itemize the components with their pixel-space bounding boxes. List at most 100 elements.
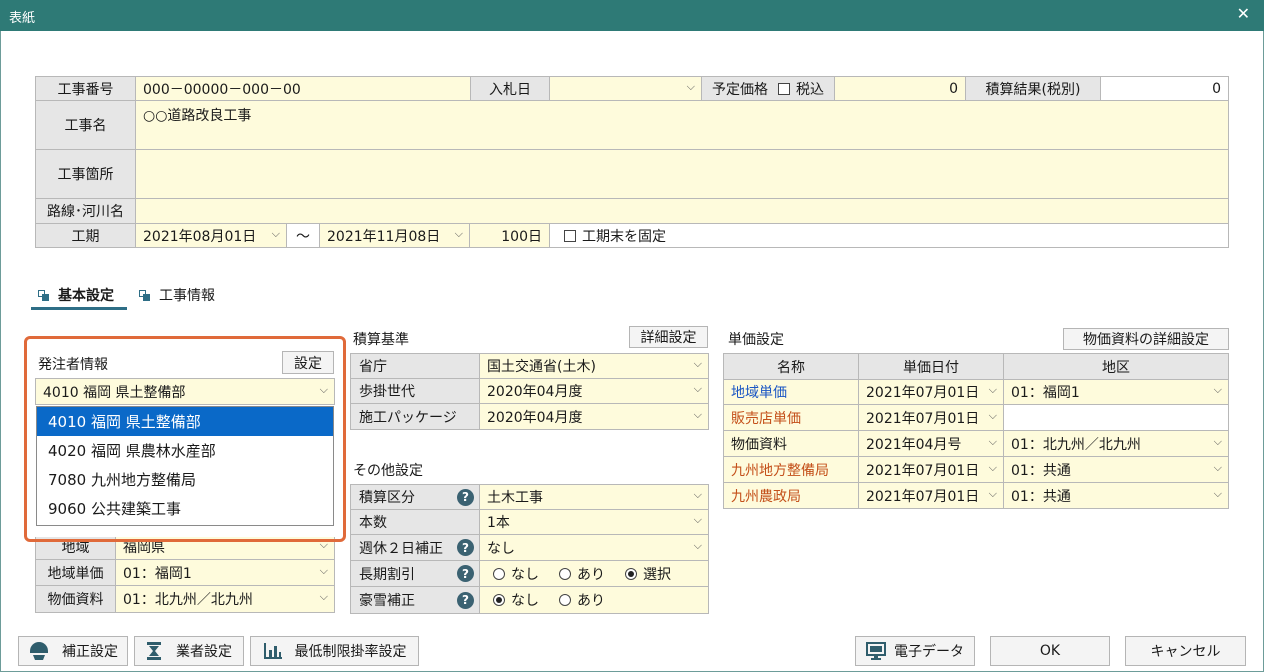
chevron-down-icon[interactable]: ⌵	[1214, 461, 1222, 475]
tanka-row-date[interactable]: 2021年04月号 ⌵	[858, 430, 1004, 457]
sekisan-kubun-label-cell: 積算区分 ?	[350, 484, 480, 510]
tanka-row-date-text: 2021年07月01日	[866, 462, 980, 479]
chevron-down-icon[interactable]: ⌵	[320, 590, 328, 604]
chevron-down-icon[interactable]: ⌵	[1214, 435, 1222, 449]
chiiki-tanka-select[interactable]: 01：福岡1 ⌵	[115, 559, 335, 586]
sekisan-kubun-label: 積算区分	[359, 490, 415, 506]
help-icon[interactable]: ?	[457, 565, 474, 582]
chevron-down-icon[interactable]: ⌵	[694, 357, 702, 371]
chevron-down-icon[interactable]: ⌵	[687, 80, 695, 94]
shukyu-label: 週休２日補正	[359, 540, 443, 557]
koki-end-select[interactable]: 2021年11月08日 ⌵	[319, 223, 470, 248]
rosen-field[interactable]	[135, 198, 1229, 224]
sekisan-kubun-value: 土木工事	[487, 490, 543, 506]
chevron-down-icon[interactable]: ⌵	[694, 488, 702, 502]
seko-package-select[interactable]: 2020年04月度 ⌵	[479, 403, 709, 430]
koki-label: 工期	[35, 223, 136, 248]
tanka-row-area[interactable]: 01：北九州／北九州 ⌵	[1003, 430, 1229, 457]
help-icon[interactable]: ?	[457, 539, 474, 556]
seko-package-value: 2020年04月度	[487, 409, 583, 426]
tanka-row-area[interactable]: 01：共通 ⌵	[1003, 482, 1229, 509]
saitei-settei-button[interactable]: 最低制限掛率設定	[250, 636, 419, 666]
tanka-row-area	[1003, 404, 1229, 431]
nyusatsu-date-field[interactable]: ⌵	[549, 76, 702, 101]
choki-radio-nashi[interactable]	[493, 567, 505, 580]
sonota-title: その他設定	[353, 463, 423, 479]
bugake-label: 歩掛世代	[350, 378, 480, 404]
tanka-row-area[interactable]: 01：共通 ⌵	[1003, 456, 1229, 483]
sekisan-kijun-title: 積算基準	[353, 332, 409, 348]
yotei-label: 予定価格	[712, 81, 768, 98]
seko-package-label: 施工パッケージ	[350, 403, 480, 430]
zeikomi-checkbox[interactable]	[778, 82, 790, 95]
koki-fix-checkbox[interactable]	[564, 229, 576, 242]
chevron-down-icon[interactable]: ⌵	[694, 539, 702, 553]
tanka-row-name: 九州地方整備局	[723, 456, 859, 483]
chevron-down-icon[interactable]: ⌵	[1214, 487, 1222, 501]
koki-end-value: 2021年11月08日	[327, 228, 441, 245]
gosetsu-radio-ari[interactable]	[559, 594, 571, 606]
close-icon[interactable]: ✕	[1237, 4, 1250, 23]
help-icon[interactable]: ?	[457, 488, 474, 506]
tanka-row-area-text: 01：共通	[1011, 462, 1071, 479]
hosei-settei-button[interactable]: 補正設定	[18, 636, 128, 666]
chevron-down-icon[interactable]: ⌵	[1214, 383, 1222, 397]
tanka-header-name: 名称	[723, 353, 859, 380]
gyosha-settei-button[interactable]: 業者設定	[134, 636, 244, 666]
yotei-kakaku-group: 予定価格 税込	[701, 76, 835, 101]
title-bar: 表紙 ✕	[0, 0, 1264, 31]
chevron-down-icon[interactable]: ⌵	[989, 383, 997, 397]
tab-koji-joho[interactable]: 工事情報	[139, 285, 215, 305]
cancel-button[interactable]: キャンセル	[1125, 636, 1246, 666]
honsu-select[interactable]: 1本 ⌵	[479, 509, 709, 535]
tanka-row-date[interactable]: 2021年07月01日 ⌵	[858, 379, 1004, 405]
sekisan-kekka-value: 0	[1100, 76, 1229, 101]
choki-radio-ari[interactable]	[559, 567, 571, 580]
chevron-down-icon[interactable]: ⌵	[989, 487, 997, 501]
chevron-down-icon[interactable]: ⌵	[989, 461, 997, 475]
koki-days-field[interactable]: 100日	[469, 223, 550, 248]
choki-radio-sentaku[interactable]	[625, 567, 637, 580]
help-icon[interactable]: ?	[457, 591, 474, 609]
chevron-down-icon[interactable]: ⌵	[989, 409, 997, 423]
chevron-down-icon[interactable]: ⌵	[989, 435, 997, 449]
bugake-select[interactable]: 2020年04月度 ⌵	[479, 378, 709, 404]
zeikomi-label: 税込	[796, 81, 824, 98]
chevron-down-icon[interactable]: ⌵	[320, 564, 328, 578]
tanka-row-date[interactable]: 2021年07月01日 ⌵	[858, 404, 1004, 431]
tanka-row-date[interactable]: 2021年07月01日 ⌵	[858, 456, 1004, 483]
bukka-select[interactable]: 01：北九州／北九州 ⌵	[115, 585, 335, 613]
tanka-row-name-text: 物価資料	[731, 436, 787, 453]
sekisan-detail-button[interactable]: 詳細設定	[629, 326, 708, 348]
koki-start-select[interactable]: 2021年08月01日 ⌵	[135, 223, 287, 248]
koki-tilde: ～	[286, 223, 320, 248]
bukka-detail-button[interactable]: 物価資料の詳細設定	[1063, 328, 1229, 350]
chiiki-tanka-label: 地域単価	[35, 559, 116, 586]
tanka-row-area-text: 01：北九州／北九州	[1011, 436, 1141, 453]
choki-label: 長期割引	[359, 566, 415, 583]
chevron-down-icon[interactable]: ⌵	[455, 227, 463, 241]
ok-button[interactable]: OK	[990, 636, 1110, 666]
shocho-select[interactable]: 国土交通省(土木) ⌵	[479, 353, 709, 379]
chevron-down-icon[interactable]: ⌵	[694, 513, 702, 527]
koji-bango-field[interactable]: 000－00000－000－00	[135, 76, 471, 101]
honsu-value: 1本	[487, 515, 510, 531]
sekisan-kubun-select[interactable]: 土木工事 ⌵	[479, 484, 709, 510]
tanka-row-area[interactable]: 01：福岡1 ⌵	[1003, 379, 1229, 405]
tanka-row-date[interactable]: 2021年07月01日 ⌵	[858, 482, 1004, 509]
koji-kasho-field[interactable]	[135, 149, 1229, 199]
chevron-down-icon[interactable]: ⌵	[694, 408, 702, 422]
tab-kihon-settei[interactable]: 基本設定	[38, 285, 114, 305]
gosetsu-radio-nashi[interactable]	[493, 594, 505, 606]
koji-mei-field[interactable]: ○○道路改良工事	[135, 100, 1229, 150]
chevron-down-icon[interactable]: ⌵	[694, 382, 702, 396]
button-label: 最低制限掛率設定	[294, 644, 407, 660]
chiiki-tanka-value: 01：福岡1	[123, 565, 192, 582]
denshi-data-button[interactable]: 電子データ	[855, 636, 975, 666]
shukyu-select[interactable]: なし ⌵	[479, 534, 709, 561]
tanka-row-name: 販売店単価	[723, 404, 859, 431]
chevron-down-icon[interactable]: ⌵	[272, 227, 280, 241]
yotei-kakaku-field[interactable]: 0	[834, 76, 966, 101]
tanka-row-name-text: 九州地方整備局	[731, 462, 829, 479]
tanka-row-name-text: 販売店単価	[731, 410, 801, 427]
